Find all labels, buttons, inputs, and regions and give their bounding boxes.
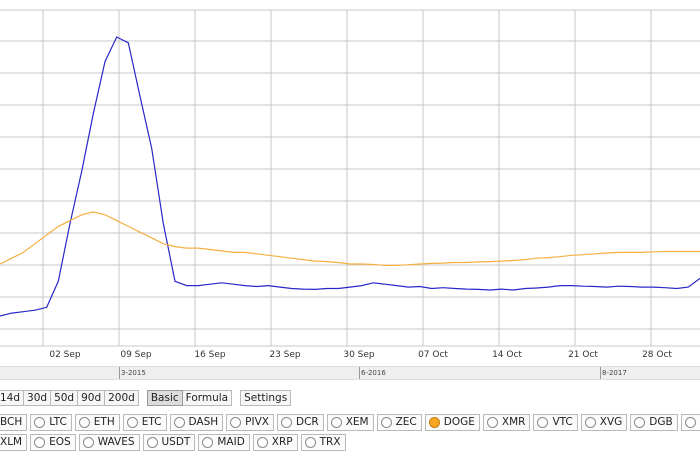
coin-selector-row-1: BCH LTC ETH ETC DASH PIVX DCR XEM ZEC DOGE XMR VTC X…	[0, 413, 700, 431]
mode-button-basic[interactable]: Basic	[146, 390, 183, 406]
coin-label: ZEC	[395, 416, 417, 428]
coin-label: XEM	[345, 416, 369, 428]
x-tick-label: 23 Sep	[269, 350, 301, 360]
x-tick-label: 14 Oct	[492, 350, 522, 360]
coin-option-waves[interactable]: WAVES	[78, 433, 140, 451]
range-button-30d[interactable]: 30d	[24, 390, 52, 406]
coin-label: BCH	[0, 416, 23, 428]
coin-label: XMR	[501, 416, 526, 428]
radio-icon[interactable]	[584, 416, 596, 428]
radio-icon[interactable]	[330, 416, 342, 428]
coin-option-xlm[interactable]: XLM	[0, 433, 28, 451]
coin-option-zec[interactable]: ZEC	[376, 413, 422, 431]
coin-option-extra[interactable]	[680, 413, 700, 431]
coin-label: DASH	[188, 416, 219, 428]
coin-label: DCR	[295, 416, 319, 428]
coin-option-dash[interactable]: DASH	[169, 413, 224, 431]
x-axis-labels: 02 Sep 09 Sep 16 Sep 23 Sep 30 Sep 07 Oct 14 O…	[49, 350, 672, 360]
radio-icon[interactable]	[256, 436, 268, 448]
coin-label: LTC	[49, 416, 67, 428]
series-line-0	[0, 36, 700, 317]
coin-option-xvg[interactable]: XVG	[580, 413, 628, 431]
coin-label: ETC	[141, 416, 162, 428]
coin-label: USDT	[161, 436, 191, 448]
coin-option-etc[interactable]: ETC	[122, 413, 167, 431]
coin-label: DOGE	[443, 416, 475, 428]
radio-icon[interactable]	[486, 416, 498, 428]
navigator-strip[interactable]: 3-2015 6-2016 8-2017	[0, 366, 700, 380]
navigator-label: 3-2015	[121, 369, 146, 377]
toolbar-row: 14d 30d 50d 90d 200d Basic Formula Settings	[0, 389, 292, 407]
series-line-1	[0, 211, 700, 266]
x-tick-label: 16 Sep	[194, 350, 226, 360]
coin-label: DGB	[649, 416, 673, 428]
mode-button-group: Basic Formula	[146, 390, 233, 406]
coin-option-vtc[interactable]: VTC	[533, 413, 578, 431]
navigator-tick	[119, 367, 120, 379]
price-chart[interactable]: 02 Sep 09 Sep 16 Sep 23 Sep 30 Sep 07 Oct 14 O…	[0, 0, 700, 366]
navigator-tick	[359, 367, 360, 379]
coin-selector-row-2: XLM EOS WAVES USDT MAID XRP TRX	[0, 433, 349, 451]
range-button-14d[interactable]: 14d	[0, 390, 25, 406]
coin-label: PIVX	[245, 416, 269, 428]
range-button-group: 14d 30d 50d 90d 200d	[0, 390, 139, 406]
radio-icon[interactable]	[230, 416, 242, 428]
x-tick-label: 02 Sep	[49, 350, 81, 360]
x-tick-label: 28 Oct	[642, 350, 672, 360]
x-tick-label: 07 Oct	[418, 350, 448, 360]
navigator-label: 8-2017	[602, 369, 627, 377]
radio-icon[interactable]	[173, 416, 185, 428]
x-tick-label: 09 Sep	[120, 350, 152, 360]
coin-option-usdt[interactable]: USDT	[142, 433, 196, 451]
coin-label: WAVES	[97, 436, 135, 448]
coin-label: EOS	[49, 436, 71, 448]
coin-option-xrp[interactable]: XRP	[252, 433, 298, 451]
coin-label: VTC	[552, 416, 573, 428]
mode-button-formula[interactable]: Formula	[182, 390, 233, 406]
radio-icon[interactable]	[34, 436, 46, 448]
x-tick-label: 21 Oct	[568, 350, 598, 360]
coin-option-dgb[interactable]: DGB	[630, 413, 678, 431]
range-button-90d[interactable]: 90d	[78, 390, 106, 406]
coin-label: XRP	[271, 436, 293, 448]
navigator-label: 6-2016	[361, 369, 386, 377]
coin-option-maid[interactable]: MAID	[198, 433, 250, 451]
coin-option-dcr[interactable]: DCR	[276, 413, 324, 431]
radio-icon[interactable]	[304, 436, 316, 448]
radio-icon[interactable]	[684, 416, 696, 428]
radio-icon[interactable]	[202, 436, 214, 448]
navigator-tick	[600, 367, 601, 379]
coin-option-doge[interactable]: DOGE	[424, 413, 480, 431]
radio-icon[interactable]	[146, 436, 158, 448]
coin-option-xmr[interactable]: XMR	[482, 413, 531, 431]
coin-option-ltc[interactable]: LTC	[30, 413, 72, 431]
radio-icon[interactable]	[280, 416, 292, 428]
coin-option-bch[interactable]: BCH	[0, 413, 28, 431]
radio-icon[interactable]	[537, 416, 549, 428]
range-button-50d[interactable]: 50d	[51, 390, 79, 406]
coin-option-xem[interactable]: XEM	[326, 413, 374, 431]
coin-option-eth[interactable]: ETH	[74, 413, 120, 431]
coin-option-trx[interactable]: TRX	[300, 433, 346, 451]
radio-icon[interactable]	[634, 416, 646, 428]
radio-icon[interactable]	[82, 436, 94, 448]
range-button-200d[interactable]: 200d	[105, 390, 139, 406]
coin-option-pivx[interactable]: PIVX	[226, 413, 274, 431]
settings-button[interactable]: Settings	[240, 390, 292, 406]
radio-icon[interactable]	[126, 416, 138, 428]
x-tick-label: 30 Sep	[343, 350, 375, 360]
radio-icon[interactable]	[34, 416, 46, 428]
chart-series	[0, 36, 700, 317]
coin-label: MAID	[217, 436, 245, 448]
radio-icon[interactable]	[78, 416, 90, 428]
coin-option-eos[interactable]: EOS	[30, 433, 76, 451]
chart-canvas[interactable]: 02 Sep 09 Sep 16 Sep 23 Sep 30 Sep 07 Oct 14 O…	[0, 0, 700, 366]
coin-label: ETH	[93, 416, 115, 428]
coin-label: XVG	[599, 416, 623, 428]
coin-label: TRX	[319, 436, 341, 448]
radio-icon[interactable]	[428, 416, 440, 428]
radio-icon[interactable]	[380, 416, 392, 428]
coin-label: XLM	[0, 436, 23, 448]
